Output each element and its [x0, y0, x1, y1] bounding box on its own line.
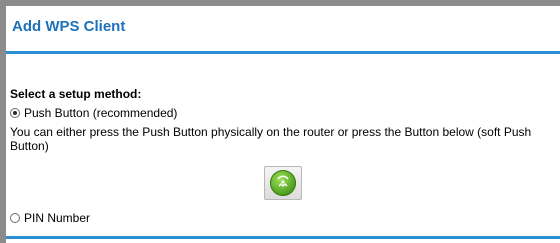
wps-push-icon [270, 170, 296, 196]
push-button-option-label: Push Button (recommended) [24, 106, 178, 120]
bottom-divider [6, 236, 560, 239]
wps-symbol-icon [277, 175, 289, 187]
setup-method-label: Select a setup method: [10, 87, 142, 101]
pin-number-radio[interactable] [10, 213, 20, 223]
push-button-description: You can either press the Push Button phy… [10, 125, 532, 153]
wps-client-panel: Add WPS Client Select a setup method: Pu… [0, 0, 560, 243]
pin-number-option[interactable]: PIN Number [10, 211, 90, 225]
pin-number-option-label: PIN Number [24, 211, 91, 225]
push-button-option[interactable]: Push Button (recommended) [10, 106, 177, 120]
panel-left-border [0, 0, 6, 243]
title-divider [6, 51, 560, 54]
page-title: Add WPS Client [12, 18, 126, 35]
soft-push-button[interactable] [264, 166, 302, 200]
panel-top-border [0, 0, 560, 6]
push-button-radio[interactable] [10, 108, 20, 118]
